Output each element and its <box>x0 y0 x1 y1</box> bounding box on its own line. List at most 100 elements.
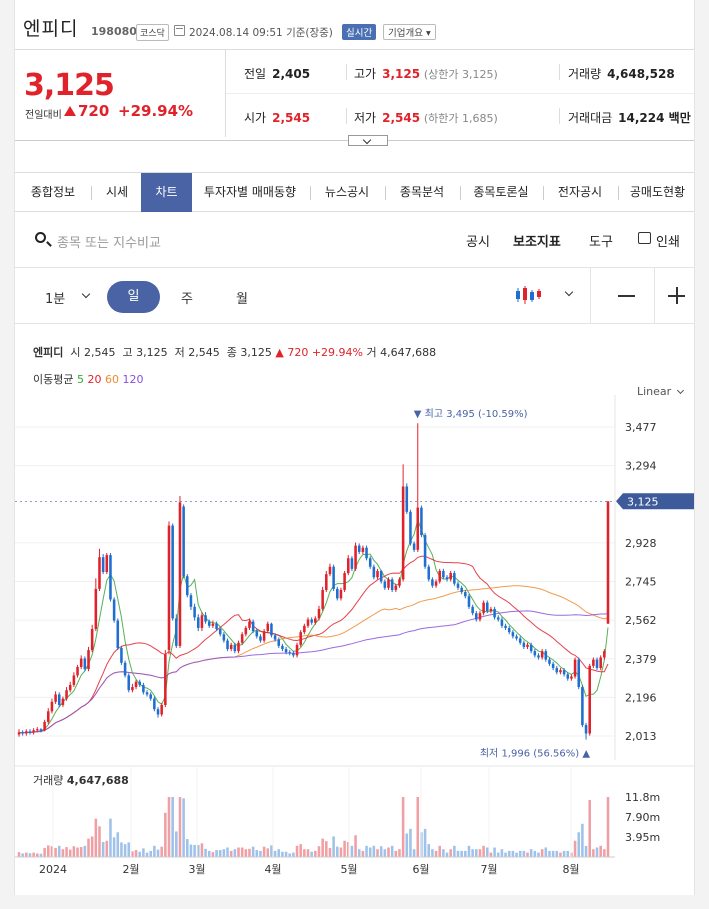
candle <box>21 732 24 734</box>
candle <box>518 638 522 643</box>
candle <box>343 573 346 590</box>
candle <box>207 621 211 626</box>
volume-bar <box>281 851 284 857</box>
candle <box>475 613 478 620</box>
volume-bar <box>186 839 189 857</box>
volume-bar <box>555 850 559 857</box>
candle <box>529 644 533 652</box>
candle <box>445 577 449 580</box>
candle <box>46 711 50 722</box>
volume-bar <box>566 850 570 857</box>
candle <box>496 617 500 620</box>
candle <box>229 644 233 650</box>
candle <box>65 690 68 699</box>
volume-bar <box>365 845 368 857</box>
volume-bar <box>167 797 171 857</box>
max-price-label: ▼ 최고 3,495 (-10.59%) <box>414 408 528 420</box>
volume-bar <box>127 842 131 857</box>
candle <box>383 581 387 588</box>
volume-bar <box>489 852 493 857</box>
candle <box>171 525 174 619</box>
candle <box>489 608 493 612</box>
x-tick-label: 8월 <box>562 863 579 876</box>
candle <box>222 634 226 641</box>
volume-bar <box>584 845 588 857</box>
candle <box>467 596 471 607</box>
candle <box>544 651 548 660</box>
volume-bar <box>573 840 577 857</box>
volume-bar <box>149 850 152 857</box>
candle <box>131 687 134 691</box>
volume-bar <box>343 840 346 857</box>
candle <box>160 704 163 715</box>
volume-bar <box>559 852 562 857</box>
candle <box>189 595 193 607</box>
candle <box>83 658 87 670</box>
volume-bar <box>471 849 474 857</box>
candle <box>226 640 229 650</box>
candle <box>299 632 302 645</box>
candle <box>112 599 116 621</box>
x-tick-label: 5월 <box>340 863 357 876</box>
volume-bar <box>292 852 295 857</box>
ma-line-60 <box>18 585 609 734</box>
candle <box>237 642 240 652</box>
volume-bar <box>310 851 313 857</box>
volume-bar <box>277 849 281 857</box>
candle <box>101 557 105 573</box>
candle <box>570 676 573 679</box>
y-tick-label: 2,196 <box>625 691 657 704</box>
volume-bar <box>21 853 24 857</box>
candle <box>284 649 288 653</box>
volume-bar <box>131 851 134 857</box>
volume-bar <box>603 849 606 857</box>
volume-bar <box>460 850 463 857</box>
candle <box>303 625 306 633</box>
volume-bar <box>390 845 394 857</box>
candle <box>57 694 61 705</box>
volume-bar <box>142 848 145 857</box>
y-tick-label: 2,379 <box>625 653 657 666</box>
volume-bar <box>266 848 270 857</box>
volume-bar <box>595 847 599 857</box>
candle <box>522 642 526 647</box>
candle <box>599 657 602 669</box>
volume-bar <box>478 849 482 857</box>
ma-line-20 <box>18 555 609 734</box>
candle <box>504 625 507 628</box>
candle <box>346 558 350 574</box>
candle <box>54 694 57 702</box>
volume-bar <box>138 851 142 857</box>
volume-bar <box>134 850 138 857</box>
volume-bar <box>244 849 248 857</box>
candle <box>240 634 244 643</box>
volume-bar <box>372 845 376 857</box>
candle <box>357 545 361 552</box>
price-chart[interactable]: 3,477 3,294 2,928 2,745 2,562 2,379 2,196 2,013… <box>15 0 695 895</box>
candle <box>460 587 463 593</box>
volume-bar <box>394 850 398 857</box>
candle <box>493 608 496 618</box>
volume-bar <box>475 849 478 857</box>
candle <box>409 511 412 544</box>
candle <box>204 615 207 622</box>
volume-bar <box>43 847 46 857</box>
candle <box>526 644 529 647</box>
volume-bar <box>511 850 515 857</box>
candle <box>376 570 379 578</box>
candle <box>603 651 606 658</box>
volume-bar <box>90 836 94 857</box>
candle <box>255 631 259 637</box>
volume-bar <box>61 849 65 857</box>
candle <box>295 644 299 656</box>
candle <box>61 698 65 705</box>
candle <box>196 617 200 628</box>
candle <box>562 670 566 675</box>
candle <box>390 579 394 590</box>
candle <box>485 602 489 612</box>
candle <box>138 681 142 685</box>
volume-bar <box>32 852 35 857</box>
volume-bar <box>577 832 581 857</box>
candle <box>438 570 441 582</box>
candle <box>453 573 456 584</box>
